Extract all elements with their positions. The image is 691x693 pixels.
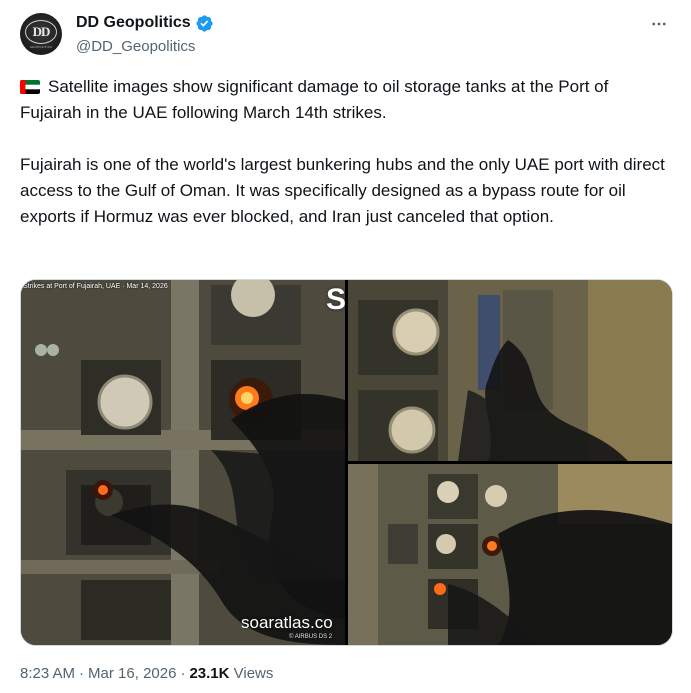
tweet-meta: 8:23 AM · Mar 16, 2026 · 23.1K Views <box>20 664 273 684</box>
more-horizontal-icon <box>652 22 666 26</box>
uae-flag-icon <box>20 80 40 94</box>
tweet-paragraph-1-text: Satellite images show significant damage… <box>20 77 609 122</box>
satellite-image-1-graphic <box>21 280 345 645</box>
tweet-card: DD GEOPOLITICS DD Geopolitics @DD_Geopol… <box>0 0 691 693</box>
tweet-paragraph-2: Fujairah is one of the world's largest b… <box>20 155 665 226</box>
views-count[interactable]: 23.1K <box>189 665 229 682</box>
satellite-image-1-corner-mark: S <box>326 283 345 316</box>
satellite-image-2[interactable] <box>348 280 672 461</box>
author-handle[interactable]: @DD_Geopolitics <box>76 37 195 57</box>
verified-badge-icon[interactable] <box>195 14 214 33</box>
satellite-image-2-graphic <box>348 280 672 461</box>
avatar-subtext: GEOPOLITICS <box>29 44 53 49</box>
meta-separator-2: · <box>180 665 186 682</box>
more-options-button[interactable] <box>647 12 671 36</box>
tweet-date[interactable]: Mar 16, 2026 <box>88 665 176 682</box>
media-grid: Strikes at Port of Fujairah, UAE · Mar 1… <box>20 279 673 646</box>
satellite-image-3[interactable] <box>348 464 672 645</box>
satellite-image-1-watermark: soaratlas.co <box>241 613 333 632</box>
tweet-paragraph-1: Satellite images show significant damage… <box>20 74 671 126</box>
satellite-image-1-caption: Strikes at Port of Fujairah, UAE · Mar 1… <box>23 283 168 290</box>
satellite-image-1[interactable]: Strikes at Port of Fujairah, UAE · Mar 1… <box>21 280 345 645</box>
views-label: Views <box>233 665 274 682</box>
avatar[interactable]: DD GEOPOLITICS <box>20 13 62 55</box>
satellite-image-1-copyright: © AIRBUS DS 2 <box>289 634 333 640</box>
tweet-text: Satellite images show significant damage… <box>20 74 671 230</box>
avatar-monogram: DD <box>25 19 57 44</box>
satellite-image-3-graphic <box>348 464 672 645</box>
meta-separator: · <box>79 665 85 682</box>
tweet-time[interactable]: 8:23 AM <box>20 665 75 682</box>
author-name-row: DD Geopolitics <box>76 13 214 33</box>
display-name[interactable]: DD Geopolitics <box>76 13 191 33</box>
